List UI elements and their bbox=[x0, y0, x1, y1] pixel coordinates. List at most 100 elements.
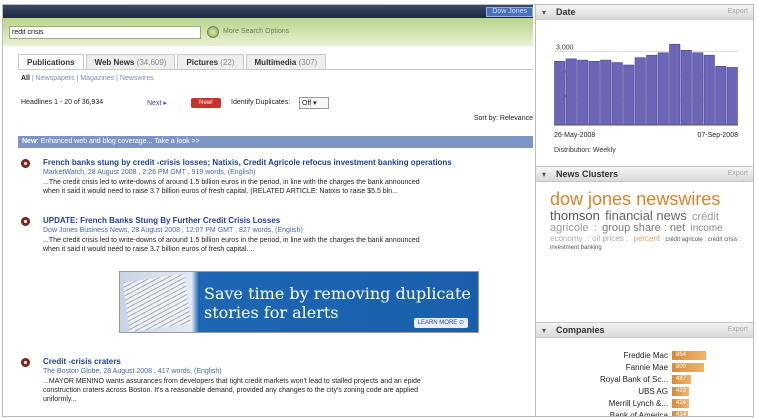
identify-duplicates-value: Off bbox=[302, 100, 312, 107]
dow-jones-tab[interactable]: Dow Jones bbox=[486, 7, 533, 17]
companies-panel-header[interactable]: ▾ Companies Export bbox=[536, 322, 753, 338]
newspaper-image bbox=[122, 273, 192, 332]
date-bar bbox=[657, 52, 669, 126]
snippet-line: uniformly... bbox=[43, 396, 77, 403]
x-start-label: 26-May-2008 bbox=[554, 132, 595, 139]
article-snippet: ...The credit crisis led to write-downs … bbox=[43, 236, 533, 254]
y-tick-label: 3,000 bbox=[556, 45, 574, 52]
filter-newswires[interactable]: Newswires bbox=[120, 75, 154, 82]
cluster-term[interactable]: dow jones bbox=[550, 189, 631, 209]
x-end-label: 07-Sep-2008 bbox=[698, 132, 739, 139]
filter-magazines[interactable]: Magazines bbox=[80, 75, 114, 82]
article-snippet: ...MAYOR MENINO wants assurances from de… bbox=[43, 377, 533, 404]
company-count: 414 bbox=[676, 412, 687, 417]
tab-divider bbox=[18, 69, 533, 70]
new-badge: New! bbox=[191, 98, 221, 108]
duplicate-alerts-ad[interactable]: Save time by removing duplicate stories … bbox=[119, 271, 479, 333]
article-snippet: ...The credit crisis led to write-downs … bbox=[43, 178, 533, 196]
date-bar bbox=[726, 67, 738, 126]
tab-publications[interactable]: Publications bbox=[18, 54, 84, 70]
article-item: UPDATE: French Banks Stung By Further Cr… bbox=[21, 216, 533, 266]
company-row[interactable]: Fannie Mae 809 bbox=[536, 362, 753, 373]
date-panel-header[interactable]: ▾ Date Export bbox=[536, 5, 753, 20]
article-meta: MarketWatch, 28 August 2008 , 2:26 PM GM… bbox=[43, 169, 256, 176]
cluster-term[interactable]: group share : net bbox=[602, 222, 685, 235]
date-bar bbox=[577, 59, 589, 126]
more-search-options-link[interactable]: More Search Options bbox=[223, 28, 289, 35]
learn-more-button[interactable]: LEARN MORE ⊙ bbox=[413, 318, 468, 328]
date-bar bbox=[634, 57, 646, 126]
company-name: UBS AG bbox=[638, 387, 668, 396]
filter-all[interactable]: All bbox=[21, 75, 30, 82]
date-bar bbox=[669, 43, 681, 126]
next-page-link[interactable]: Next ▸ bbox=[147, 99, 167, 107]
company-name: Merrill Lynch &... bbox=[608, 399, 668, 408]
company-row[interactable]: UBS AG 433 bbox=[536, 386, 753, 397]
collapse-chevron-icon[interactable]: ▾ bbox=[542, 8, 546, 17]
company-count: 487 bbox=[676, 376, 687, 382]
snippet-line: when it said it would need to raise 3.7 … bbox=[43, 246, 255, 253]
cluster-term[interactable]: percent bbox=[633, 234, 660, 243]
collapse-chevron-icon[interactable]: ▾ bbox=[542, 326, 546, 335]
clusters-export-link[interactable]: Export bbox=[728, 170, 748, 177]
news-cluster-cloud: dow jones newswires thomson financial ne… bbox=[550, 190, 750, 252]
company-name: Freddie Mac bbox=[623, 351, 668, 360]
search-input[interactable] bbox=[9, 26, 201, 39]
date-bar bbox=[680, 50, 692, 126]
collapse-chevron-icon[interactable]: ▾ bbox=[542, 170, 546, 179]
date-bar-chart: 01,0002,0003,00026-May-200807-Sep-2008 bbox=[554, 43, 739, 139]
top-bar: Dow Jones bbox=[3, 5, 533, 18]
snippet-line: ...The credit crisis led to write-downs … bbox=[43, 179, 420, 186]
coverage-banner[interactable]: New: Enhanced web and blog coverage... T… bbox=[18, 136, 533, 148]
distribution-label: Distribution: Weekly bbox=[554, 147, 616, 154]
snippet-line: construction craters across Boston. It's… bbox=[43, 387, 419, 394]
company-row[interactable]: Royal Bank of Sc... 487 bbox=[536, 374, 753, 385]
tab-count: (34,609) bbox=[136, 58, 167, 67]
cluster-term[interactable]: economy bbox=[550, 234, 582, 243]
date-bar bbox=[588, 61, 600, 126]
results-header: Headlines 1 - 20 of 36,934 Next ▸ New! I… bbox=[21, 97, 533, 122]
cluster-term[interactable]: crédit agricole : crédit crisis : bbox=[665, 237, 741, 243]
banner-text: Enhanced web and blog coverage... Take a… bbox=[40, 138, 200, 145]
companies-export-link[interactable]: Export bbox=[728, 326, 748, 333]
cluster-term[interactable]: income bbox=[690, 223, 722, 235]
article-type-icon bbox=[21, 358, 30, 367]
search-go-icon[interactable] bbox=[207, 26, 219, 38]
tab-web-news[interactable]: Web News (34,609) bbox=[85, 54, 176, 70]
filter-newspapers[interactable]: Newspapers bbox=[36, 75, 75, 82]
date-panel-title: Date bbox=[556, 7, 576, 17]
search-bar: More Search Options bbox=[3, 18, 533, 46]
company-count: 864 bbox=[676, 352, 687, 358]
cluster-term[interactable]: : oil prices : bbox=[588, 234, 628, 243]
headline-count: Headlines 1 - 20 of 36,934 bbox=[21, 99, 104, 106]
tab-pictures[interactable]: Pictures (22) bbox=[177, 54, 244, 70]
cluster-term[interactable]: : bbox=[594, 222, 597, 235]
date-export-link[interactable]: Export bbox=[728, 8, 748, 15]
identify-duplicates-select[interactable]: Off ▾ bbox=[299, 97, 329, 109]
date-bar bbox=[600, 59, 612, 126]
tab-label: Publications bbox=[27, 58, 75, 67]
company-row[interactable]: Freddie Mac 864 bbox=[536, 350, 753, 361]
tab-count: (22) bbox=[220, 58, 235, 67]
article-title[interactable]: UPDATE: French Banks Stung By Further Cr… bbox=[43, 216, 280, 225]
article-meta: Dow Jones Business News, 28 August 2008 … bbox=[43, 227, 303, 234]
article-title[interactable]: French banks stung by credit -crisis los… bbox=[43, 158, 452, 167]
article-title[interactable]: Credit -crisis craters bbox=[43, 357, 121, 366]
companies-panel-title: Companies bbox=[556, 325, 605, 335]
clusters-panel-header[interactable]: ▾ News Clusters Export bbox=[536, 166, 753, 182]
article-type-icon bbox=[21, 159, 30, 168]
company-row[interactable]: Bank of America 414 bbox=[536, 410, 753, 417]
company-name: Fannie Mae bbox=[625, 363, 668, 372]
banner-new-label: New: bbox=[22, 138, 39, 145]
company-count: 809 bbox=[676, 364, 687, 370]
company-count: 424 bbox=[676, 400, 687, 406]
sort-by[interactable]: Sort by: Relevance bbox=[474, 115, 533, 122]
date-bar bbox=[565, 58, 577, 126]
cluster-term[interactable]: thomson bbox=[550, 208, 600, 223]
cluster-term[interactable]: newswires bbox=[636, 189, 720, 209]
cluster-term[interactable]: financial news bbox=[605, 208, 687, 223]
company-row[interactable]: Merrill Lynch &... 424 bbox=[536, 398, 753, 409]
tab-multimedia[interactable]: Multimedia (307) bbox=[245, 54, 327, 70]
article-type-icon bbox=[21, 217, 30, 226]
cluster-term[interactable]: investment banking bbox=[550, 245, 602, 251]
